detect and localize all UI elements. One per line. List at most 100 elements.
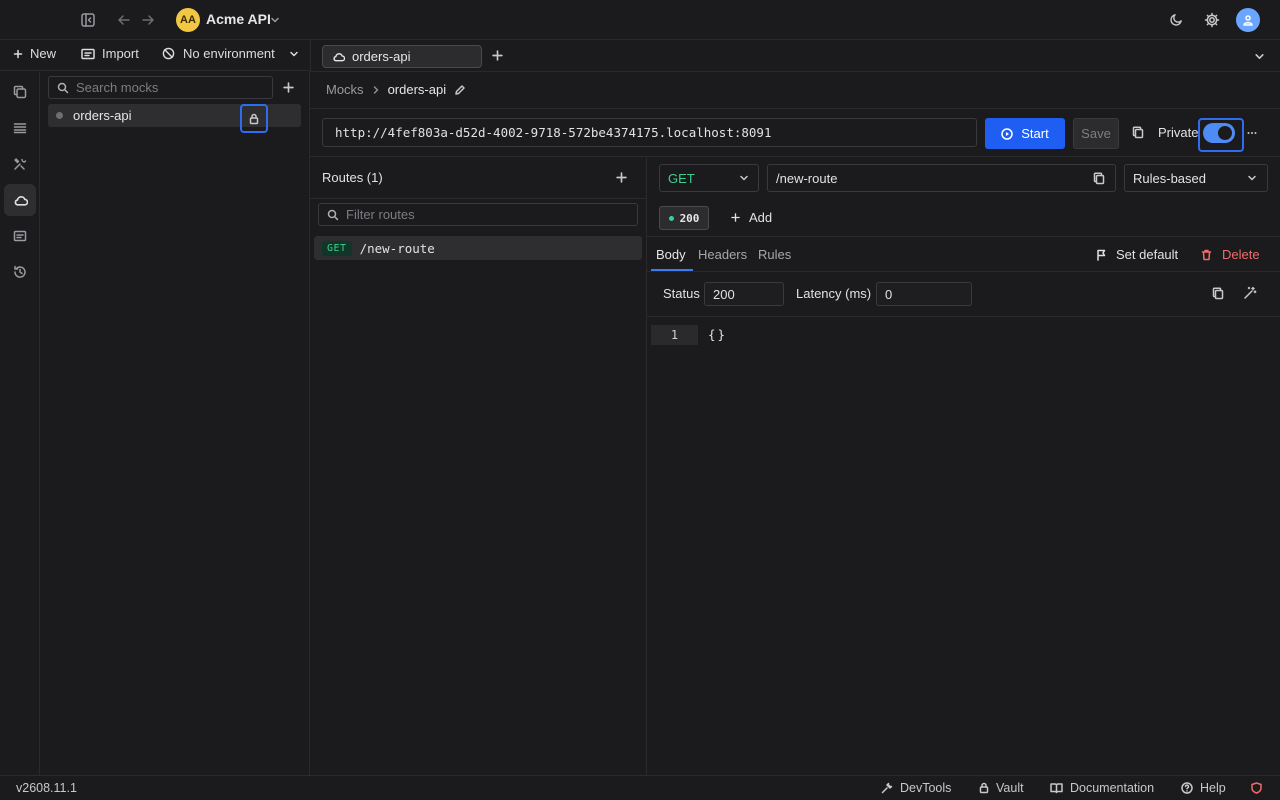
copy-icon[interactable] bbox=[1093, 171, 1105, 185]
moon-icon[interactable] bbox=[1169, 12, 1184, 27]
mock-url: http://4fef803a-d52d-4002-9718-572be4374… bbox=[335, 125, 772, 140]
save-button[interactable]: Save bbox=[1073, 118, 1119, 149]
flag-icon bbox=[1097, 249, 1106, 261]
latency-field[interactable]: 0 bbox=[876, 282, 972, 306]
tools-icon bbox=[14, 158, 27, 170]
breadcrumb-mocks[interactable]: Mocks bbox=[326, 82, 364, 97]
pencil-icon[interactable] bbox=[454, 84, 466, 96]
environment-select[interactable]: No environment bbox=[162, 46, 299, 61]
set-default-button[interactable]: Set default bbox=[1096, 247, 1178, 262]
response-200-chip[interactable]: 200 bbox=[659, 206, 709, 230]
private-toggle[interactable] bbox=[1203, 123, 1235, 143]
divider bbox=[647, 236, 1280, 237]
breadcrumb-current: orders-api bbox=[387, 82, 447, 97]
delete-label: Delete bbox=[1222, 247, 1260, 262]
copy-stack-icon bbox=[13, 85, 27, 99]
response-status-code: 200 bbox=[679, 211, 700, 225]
start-button-label: Start bbox=[1021, 126, 1049, 141]
add-route-plus-icon[interactable] bbox=[616, 172, 627, 183]
rail-history-button[interactable] bbox=[4, 256, 36, 288]
devtools-label: DevTools bbox=[900, 781, 952, 795]
copy-url-icon[interactable] bbox=[1132, 126, 1144, 139]
routes-header: Routes (1) bbox=[322, 170, 383, 185]
new-tab-plus-icon[interactable] bbox=[492, 50, 503, 61]
devtools-button[interactable]: DevTools bbox=[881, 781, 951, 795]
method-value: GET bbox=[668, 170, 695, 186]
wrench-icon bbox=[881, 782, 893, 794]
cloud-icon bbox=[14, 195, 28, 206]
response-mode-select[interactable]: Rules-based bbox=[1124, 164, 1268, 192]
new-button[interactable]: New bbox=[13, 46, 56, 61]
documentation-button[interactable]: Documentation bbox=[1050, 781, 1154, 795]
toggle-knob bbox=[1218, 126, 1232, 140]
tab-body[interactable]: Body bbox=[656, 247, 686, 262]
response-mode-value: Rules-based bbox=[1133, 170, 1206, 186]
tab-orders-api[interactable]: orders-api bbox=[322, 45, 482, 68]
workspace-name[interactable]: Acme API bbox=[206, 11, 271, 27]
vault-label: Vault bbox=[996, 781, 1024, 795]
gear-icon[interactable] bbox=[1204, 12, 1220, 28]
search-mocks-input[interactable] bbox=[76, 80, 256, 95]
import-button-label: Import bbox=[102, 46, 139, 61]
vault-button[interactable]: Vault bbox=[979, 781, 1024, 795]
status-field[interactable]: 200 bbox=[704, 282, 784, 306]
chevron-right-icon bbox=[373, 85, 378, 94]
help-label: Help bbox=[1200, 781, 1226, 795]
divider bbox=[310, 108, 1280, 109]
divider bbox=[647, 271, 1280, 272]
mock-item-label: orders-api bbox=[73, 108, 132, 123]
mock-url-field[interactable]: http://4fef803a-d52d-4002-9718-572be4374… bbox=[322, 118, 977, 147]
filter-routes-field[interactable] bbox=[318, 203, 638, 226]
response-status-dot bbox=[668, 215, 674, 221]
book-icon bbox=[1050, 783, 1063, 794]
delete-response-button[interactable]: Delete bbox=[1201, 247, 1260, 262]
forward-arrow-icon[interactable] bbox=[141, 13, 155, 27]
method-select[interactable]: GET bbox=[659, 164, 759, 192]
more-options-icon[interactable] bbox=[1247, 131, 1257, 135]
back-arrow-icon[interactable] bbox=[117, 13, 131, 27]
breadcrumb: Mocks orders-api bbox=[326, 82, 466, 97]
rail-monitors-button[interactable] bbox=[4, 220, 36, 252]
code-line[interactable]: {} bbox=[708, 327, 727, 342]
documentation-label: Documentation bbox=[1070, 781, 1155, 795]
add-response-button[interactable]: Add bbox=[731, 210, 772, 225]
chevron-down-icon bbox=[740, 175, 748, 181]
start-button[interactable]: Start bbox=[985, 118, 1065, 149]
new-button-label: New bbox=[30, 46, 57, 61]
tab-headers[interactable]: Headers bbox=[698, 247, 747, 262]
import-icon bbox=[81, 48, 95, 59]
layers-icon bbox=[13, 123, 27, 134]
lock-icon[interactable] bbox=[240, 104, 268, 133]
rail-collections-button[interactable] bbox=[4, 76, 36, 108]
filter-routes-input[interactable] bbox=[346, 207, 526, 222]
environment-label: No environment bbox=[183, 46, 275, 61]
chevron-down-icon bbox=[290, 51, 298, 56]
workspace-avatar[interactable]: AA bbox=[176, 8, 200, 32]
route-path-value: /new-route bbox=[776, 170, 838, 186]
rail-tools-button[interactable] bbox=[4, 148, 36, 180]
toggle-sidebar-icon[interactable] bbox=[81, 13, 95, 27]
magic-wand-icon[interactable] bbox=[1243, 286, 1257, 300]
import-button[interactable]: Import bbox=[81, 46, 139, 61]
tabs-overflow-chevron-icon[interactable] bbox=[1254, 51, 1265, 62]
route-item[interactable]: GET /new-route bbox=[314, 236, 642, 260]
divider bbox=[647, 316, 1280, 317]
tab-label: orders-api bbox=[352, 49, 411, 64]
chevron-down-icon[interactable] bbox=[270, 15, 280, 25]
rail-environments-button[interactable] bbox=[4, 112, 36, 144]
lock-icon bbox=[979, 782, 989, 794]
shield-icon[interactable] bbox=[1251, 782, 1262, 794]
search-mocks-field[interactable] bbox=[48, 76, 273, 99]
trash-icon bbox=[1201, 249, 1212, 260]
user-avatar[interactable] bbox=[1236, 8, 1260, 32]
add-mock-plus-icon[interactable] bbox=[283, 82, 294, 93]
mocks-sidebar bbox=[40, 72, 310, 775]
copy-body-icon[interactable] bbox=[1212, 287, 1224, 300]
rail-mocks-button[interactable] bbox=[4, 184, 36, 216]
route-path-input[interactable]: /new-route bbox=[767, 164, 1116, 192]
help-button[interactable]: Help bbox=[1181, 781, 1226, 795]
divider bbox=[310, 198, 647, 199]
help-circle-icon bbox=[1181, 782, 1193, 794]
tab-rules[interactable]: Rules bbox=[758, 247, 791, 262]
latency-label: Latency (ms) bbox=[796, 286, 872, 301]
